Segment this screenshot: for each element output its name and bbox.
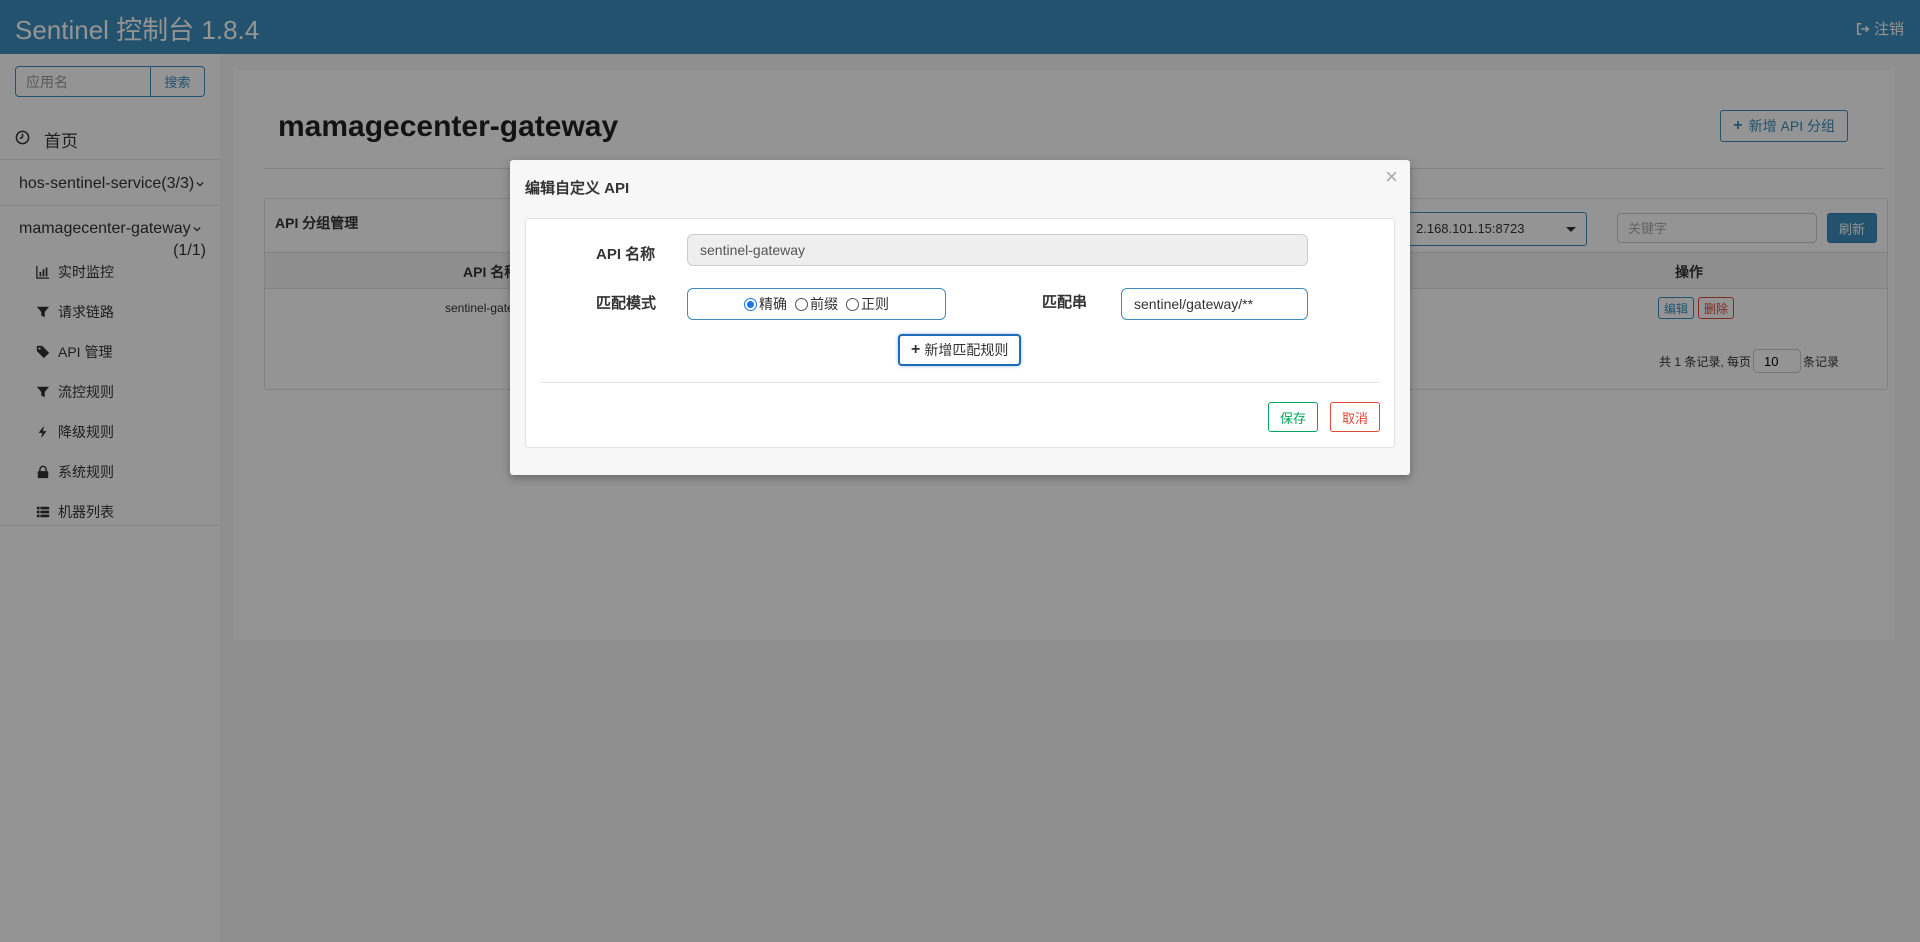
close-icon[interactable]: × — [1385, 166, 1398, 188]
match-mode-radio-group: 精确 前缀 正则 — [687, 288, 946, 320]
save-button[interactable]: 保存 — [1268, 402, 1319, 432]
edit-api-modal: 编辑自定义 API × API 名称 匹配模式 精确 前缀 正则 匹配串 + 新… — [510, 160, 1410, 475]
modal-title: 编辑自定义 API — [525, 180, 630, 197]
radio-checked-icon — [744, 297, 757, 311]
add-match-rule-label: 新增匹配规则 — [924, 342, 1009, 358]
pattern-input[interactable] — [1121, 288, 1308, 320]
divider — [540, 382, 1380, 383]
cancel-button[interactable]: 取消 — [1330, 402, 1381, 432]
plus-icon: + — [911, 341, 921, 358]
radio-unchecked-icon — [846, 297, 859, 311]
pattern-label: 匹配串 — [1042, 294, 1088, 311]
api-name-label: API 名称 — [596, 246, 656, 263]
api-name-input[interactable] — [687, 234, 1308, 266]
add-match-rule-button[interactable]: + 新增匹配规则 — [898, 334, 1022, 366]
match-mode-exact-radio[interactable]: 精确 — [744, 294, 787, 314]
radio-unchecked-icon — [795, 297, 808, 311]
match-mode-regex-radio[interactable]: 正则 — [846, 294, 889, 314]
radio-label: 前缀 — [810, 296, 838, 312]
match-mode-prefix-radio[interactable]: 前缀 — [795, 294, 838, 314]
modal-body: API 名称 匹配模式 精确 前缀 正则 匹配串 + 新增匹配规则 保存 取消 — [525, 218, 1395, 448]
radio-label: 精确 — [759, 296, 787, 312]
match-mode-label: 匹配模式 — [596, 295, 657, 312]
radio-label: 正则 — [861, 296, 889, 312]
